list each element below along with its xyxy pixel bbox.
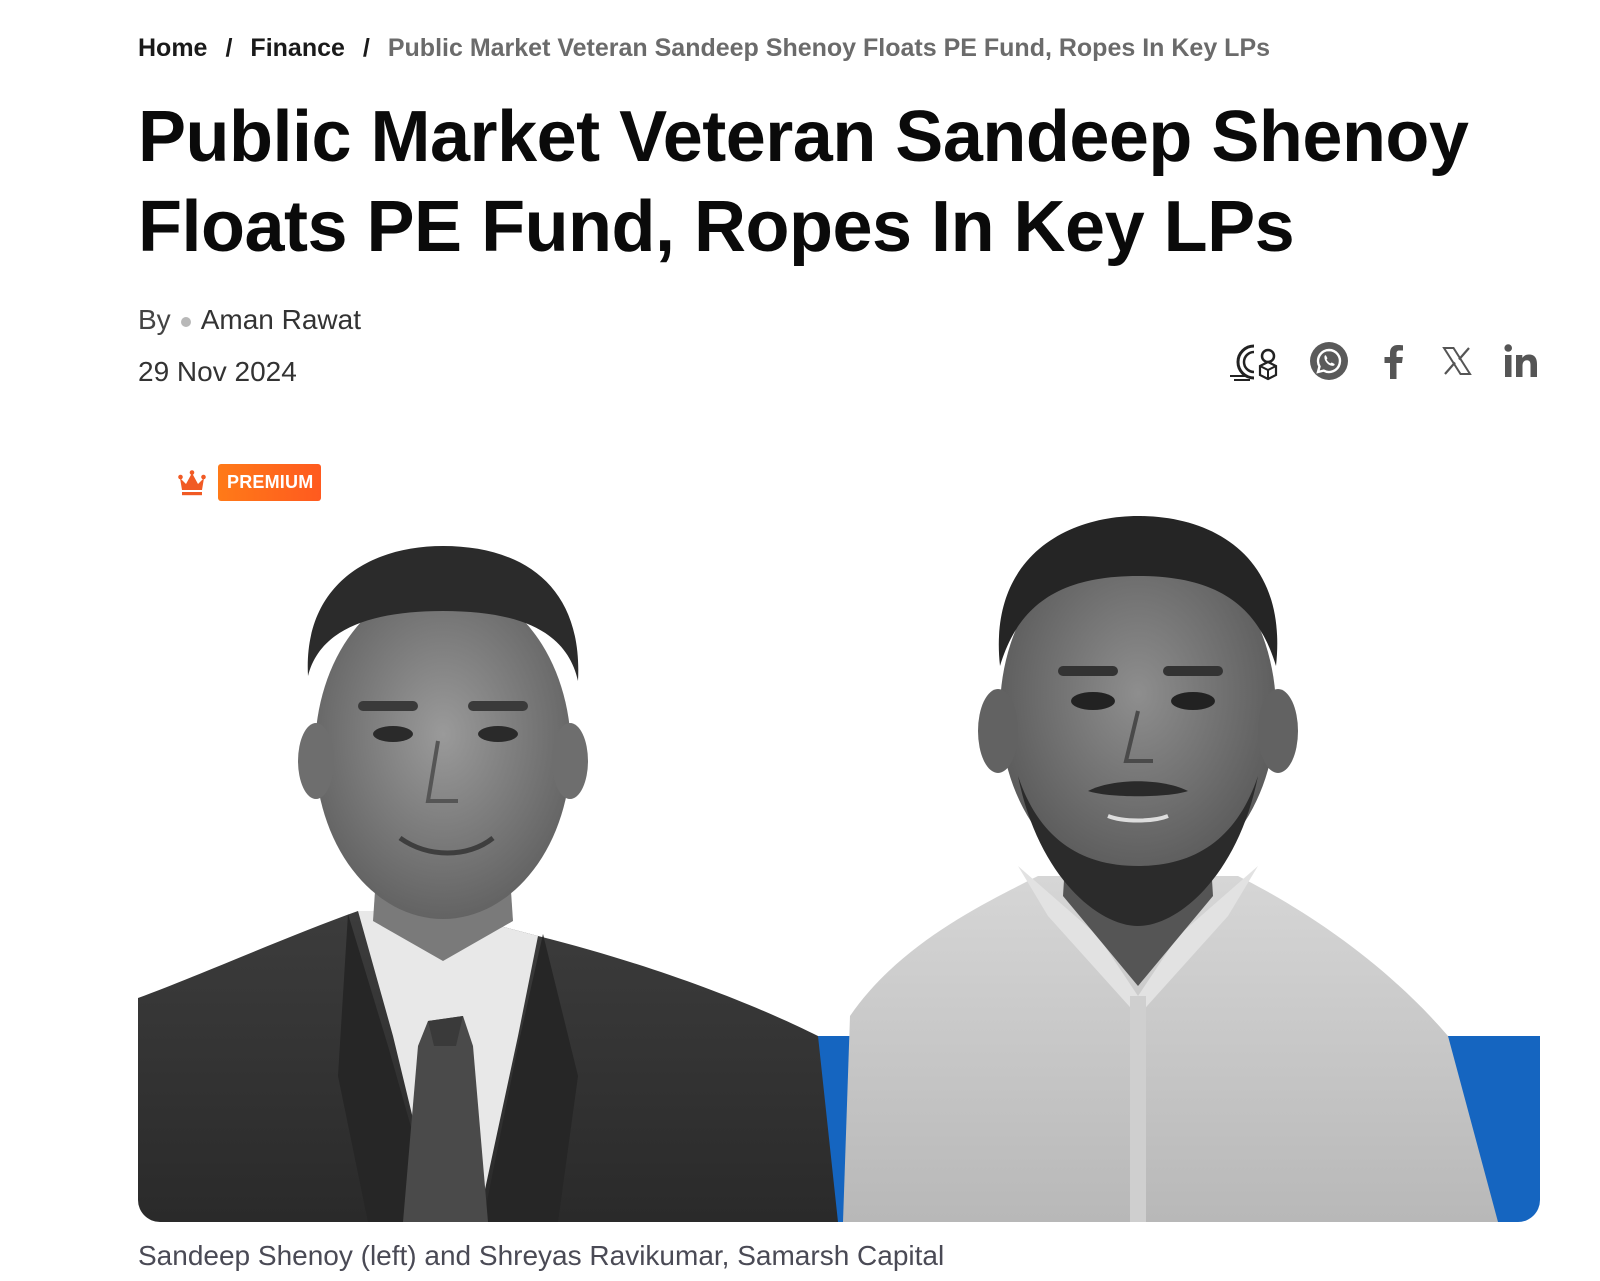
author-link[interactable]: Aman Rawat <box>201 304 361 336</box>
crown-icon <box>178 469 206 496</box>
whatsapp-icon[interactable] <box>1308 340 1350 382</box>
linkedin-icon[interactable] <box>1500 340 1542 382</box>
publish-date: 29 Nov 2024 <box>138 356 297 387</box>
person-left <box>138 546 838 1222</box>
breadcrumb: Home / Finance / Public Market Veteran S… <box>138 34 1270 63</box>
article-headline: Public Market Veteran Sandeep Shenoy Flo… <box>138 97 1469 267</box>
breadcrumb-current: Public Market Veteran Sandeep Shenoy Flo… <box>387 34 1271 62</box>
premium-badge: PREMIUM <box>218 464 322 501</box>
share-bar <box>1228 340 1542 382</box>
hero-image <box>138 516 1540 1222</box>
image-caption: Sandeep Shenoy (left) and Shreyas Raviku… <box>138 1240 945 1271</box>
by-label: By <box>138 304 171 335</box>
premium-label: PREMIUM <box>178 464 322 501</box>
breadcrumb-separator: / <box>362 34 370 62</box>
byline: By Aman Rawat <box>138 304 361 336</box>
listen-icon[interactable] <box>1228 340 1286 382</box>
author-dot <box>180 317 191 327</box>
x-icon[interactable] <box>1436 340 1478 382</box>
breadcrumb-separator: / <box>225 34 233 62</box>
person-right <box>843 516 1498 1222</box>
breadcrumb-home-link[interactable]: Home <box>138 34 207 63</box>
breadcrumb-finance-link[interactable]: Finance <box>250 34 344 63</box>
facebook-icon[interactable] <box>1372 340 1414 382</box>
